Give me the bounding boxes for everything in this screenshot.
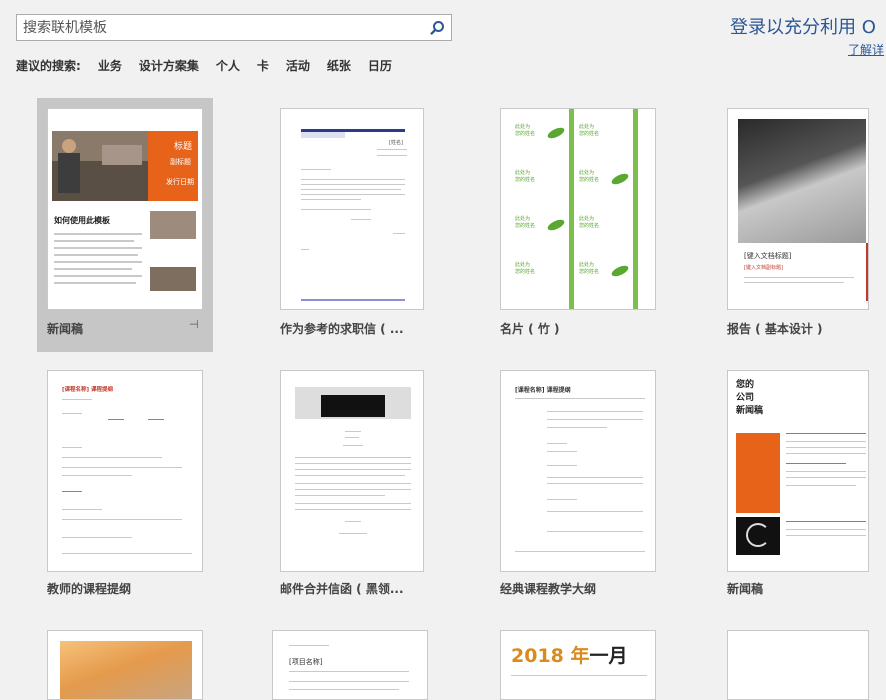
card-name-line: 您的姓名 [515, 223, 536, 229]
newsletter-title-line: 公司 [736, 393, 755, 403]
template-name: 邮件合并信函 ( 黑领... [280, 582, 404, 596]
report-subtitle: [键入文档副标题] [744, 265, 783, 271]
template-thumbnail: 您的 公司 新闻稿 [727, 370, 869, 572]
template-thumbnail: 此处为 您的姓名 此处为 您的姓名 此处为 您的姓名 此处为 您的姓名 此处为 您的姓名 … [500, 108, 656, 310]
template-tile-teacher-syllabus[interactable]: [课程名称] 课程提纲 教师的课程提纲 [37, 360, 213, 606]
syllabus-title: [课程名称] 课程提纲 [62, 387, 113, 393]
card-name-line: 您的姓名 [579, 131, 600, 137]
desert-photo [738, 119, 866, 243]
template-name: 名片 ( 竹 ) [500, 322, 560, 336]
sunset-photo [60, 641, 192, 699]
suggested-term-business[interactable]: 业务 [98, 57, 122, 74]
photo-image [150, 267, 196, 291]
newsletter-title-line: 新闻稿 [736, 406, 764, 416]
card-name-line: 此处为 [515, 124, 531, 130]
template-tile-photo[interactable] [37, 620, 213, 700]
card-name-line: 您的姓名 [579, 223, 600, 229]
project-title: [项目名称] [289, 658, 323, 666]
template-thumbnail: [姓名] [280, 108, 424, 310]
card-name-line: 您的姓名 [579, 177, 600, 183]
suggested-term-calendars[interactable]: 日历 [368, 57, 392, 74]
suggested-label: 建议的搜索: [16, 59, 81, 73]
template-tile-newsletter-company[interactable]: 您的 公司 新闻稿 新闻稿 [717, 360, 886, 606]
newsletter-date: 发行日期 [166, 178, 194, 186]
newsletter-title: 标题 [174, 142, 193, 152]
suggested-term-events[interactable]: 活动 [286, 57, 310, 74]
search-box[interactable] [16, 14, 452, 41]
newsletter-subtitle: 副标题 [170, 158, 191, 166]
suggested-searches: 建议的搜索: 业务 设计方案集 个人 卡 活动 纸张 日历 [16, 57, 409, 74]
template-tile-business-card[interactable]: 此处为 您的姓名 此处为 您的姓名 此处为 您的姓名 此处为 您的姓名 此处为 您的姓名 … [490, 98, 666, 352]
classic-title: [课程名称] 课程提纲 [515, 387, 571, 394]
suggested-term-cards[interactable]: 卡 [257, 57, 269, 74]
suggested-term-personal[interactable]: 个人 [216, 57, 240, 74]
card-name-line: 此处为 [579, 216, 595, 222]
card-name-line: 您的姓名 [515, 177, 536, 183]
newsletter-heading: 如何使用此模板 [54, 216, 110, 225]
card-name-line: 此处为 [515, 170, 531, 176]
report-title: [键入文档标题] [744, 252, 792, 260]
cover-letter-name: [姓名] [389, 140, 403, 146]
template-thumbnail: [课程名称] 课程提纲 [47, 370, 203, 572]
template-name: 经典课程教学大纲 [500, 582, 597, 596]
template-thumbnail: 标题 副标题 发行日期 如何使用此模板 [47, 108, 203, 310]
template-thumbnail: [课程名称] 课程提纲 [500, 370, 656, 572]
template-tile-newsletter[interactable]: 标题 副标题 发行日期 如何使用此模板 新闻稿 ⊣ [37, 98, 213, 352]
search-icon[interactable] [429, 20, 445, 36]
signin-prompt[interactable]: 登录以充分利用 O [730, 13, 876, 39]
swirl-photo [736, 517, 780, 555]
suggested-term-design-sets[interactable]: 设计方案集 [139, 57, 199, 74]
suggested-term-paper[interactable]: 纸张 [327, 57, 351, 74]
card-name-line: 您的姓名 [579, 269, 600, 275]
card-name-line: 此处为 [515, 262, 531, 268]
card-name-line: 您的姓名 [515, 131, 536, 137]
orange-sidebar [736, 433, 780, 513]
template-name: 新闻稿 [727, 582, 764, 596]
card-name-line: 此处为 [579, 124, 595, 130]
template-name: 报告 ( 基本设计 ) [727, 322, 823, 336]
card-name-line: 您的姓名 [515, 269, 536, 275]
calendar-year: 2018 年 [511, 645, 590, 667]
template-name: 作为参考的求职信 ( ... [280, 322, 404, 336]
newsletter-title-line: 您的 [736, 380, 755, 390]
template-tile-cover-letter[interactable]: [姓名] 作为参考的求职信 ( ... [270, 98, 446, 352]
bamboo-stalk [633, 109, 638, 309]
pin-icon[interactable]: ⊣ [189, 318, 199, 331]
template-tile-report[interactable]: [键入文档标题] [键入文档副标题] 报告 ( 基本设计 ) [717, 98, 886, 352]
photo-image [150, 211, 196, 239]
template-tile-calendar[interactable]: 2018 年一月 [490, 620, 666, 700]
template-name: 教师的课程提纲 [47, 582, 132, 596]
title-block: 标题 副标题 发行日期 [148, 131, 198, 201]
template-tile-project[interactable]: [项目名称] [262, 620, 438, 700]
template-name: 新闻稿 [47, 322, 84, 336]
card-name-line: 此处为 [579, 262, 595, 268]
template-tile-mail-merge[interactable]: 邮件合并信函 ( 黑领... [270, 360, 446, 606]
learn-more-link[interactable]: 了解详 [848, 41, 884, 58]
template-thumbnail [280, 370, 424, 572]
bamboo-stalk [569, 109, 574, 309]
template-thumbnail: [键入文档标题] [键入文档副标题] [727, 108, 869, 310]
card-name-line: 此处为 [515, 216, 531, 222]
calendar-month: 一月 [589, 645, 628, 667]
black-label [321, 395, 385, 417]
card-name-line: 此处为 [579, 170, 595, 176]
photo-image [52, 131, 148, 201]
template-tile-partial[interactable] [717, 620, 886, 700]
template-tile-classic-syllabus[interactable]: [课程名称] 课程提纲 经典课程教学大纲 [490, 360, 666, 606]
search-input[interactable] [23, 18, 423, 38]
